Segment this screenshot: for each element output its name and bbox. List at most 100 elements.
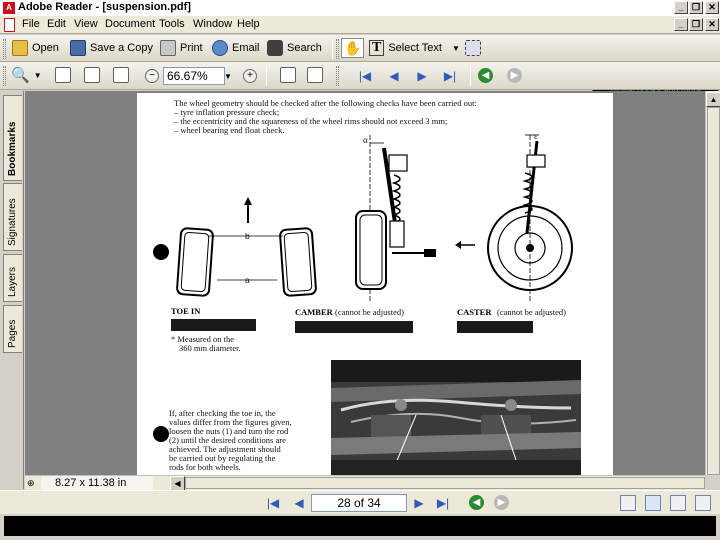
horizontal-scrollbar[interactable]: ⊕ 8.27 x 11.38 in ◀: [25, 475, 705, 491]
navigation-pane-tabs: Bookmarks Signatures Layers Pages: [0, 91, 24, 489]
camber-angle-label: α: [363, 135, 368, 145]
tab-bookmarks[interactable]: Bookmarks: [3, 95, 22, 181]
file-toolbar: Open Save a Copy Print Email Search ✋ T …: [0, 35, 720, 94]
close-button[interactable]: ✕: [705, 1, 719, 14]
rotate-clockwise-button[interactable]: [280, 65, 296, 85]
zoom-tool-button[interactable]: 🔍 ▼: [11, 65, 42, 85]
previous-page-button[interactable]: ◀: [292, 496, 306, 510]
menu-document[interactable]: Document: [105, 18, 155, 30]
redacted-value: [295, 321, 413, 333]
select-text-button[interactable]: T Select Text ▼: [369, 38, 460, 58]
doc-minimize-button[interactable]: _: [674, 18, 688, 31]
toolbar-grip[interactable]: [3, 39, 6, 59]
doc-close-button[interactable]: ✕: [705, 18, 719, 31]
last-page-button[interactable]: ▶|: [436, 496, 450, 510]
binoculars-icon: [267, 40, 283, 56]
page-size-icon: ⊕: [27, 478, 35, 488]
menu-tools[interactable]: Tools: [159, 18, 185, 30]
scroll-up-button[interactable]: ▲: [706, 92, 720, 107]
fit-page-button[interactable]: [84, 65, 100, 85]
print-button[interactable]: Print: [160, 38, 203, 58]
tab-signatures[interactable]: Signatures: [3, 183, 22, 251]
caster-diagram: [455, 134, 573, 301]
next-view-button[interactable]: ▶: [494, 495, 509, 510]
tab-layers[interactable]: Layers: [3, 254, 22, 302]
continuous-view-button[interactable]: [645, 495, 661, 511]
rotate-cw-icon: [280, 67, 296, 83]
previous-view-button[interactable]: ◀: [469, 495, 484, 510]
menu-file[interactable]: File: [22, 18, 40, 30]
caster-title: CASTER: [457, 307, 492, 317]
menu-help[interactable]: Help: [237, 18, 260, 30]
toe-in-diagram: [176, 197, 317, 297]
last-page-button[interactable]: ▶|: [443, 69, 457, 83]
actual-size-button[interactable]: [55, 65, 71, 85]
camera-icon: [465, 40, 481, 56]
toolbar-grip[interactable]: [336, 66, 339, 86]
annotation-marker[interactable]: [153, 244, 169, 260]
pdf-page: The wheel geometry should be checked aft…: [137, 93, 613, 475]
menu-edit[interactable]: Edit: [47, 18, 66, 30]
adobe-reader-icon: A: [3, 2, 15, 14]
text-cursor-icon: T: [369, 40, 385, 56]
next-view-button[interactable]: ▶: [507, 68, 522, 83]
zoom-in-button[interactable]: +: [243, 69, 257, 83]
tab-pages[interactable]: Pages: [3, 305, 22, 353]
toe-in-note: 360 mm diameter.: [179, 343, 241, 353]
menu-view[interactable]: View: [74, 18, 98, 30]
doc-restore-button[interactable]: ❐: [689, 18, 703, 31]
vertical-scrollbar[interactable]: ▲: [705, 91, 720, 475]
snapshot-tool-button[interactable]: [465, 38, 481, 58]
adjustment-text: rods for both wheels.: [169, 462, 241, 472]
next-page-button[interactable]: ▶: [415, 69, 429, 83]
camber-note: (cannot be adjusted): [335, 307, 404, 317]
chevron-down-icon[interactable]: ▼: [452, 44, 460, 53]
previous-view-button[interactable]: ◀: [478, 68, 493, 83]
view-toolbar: 🔍 ▼ − 66.67% ▼ + |◀ ◀ ▶ ▶| ◀ ▶: [0, 62, 720, 90]
save-copy-button[interactable]: Save a Copy: [70, 38, 153, 58]
taskbar-strip: [4, 516, 716, 536]
annotation-marker[interactable]: [153, 426, 169, 442]
rotate-ccw-icon: [307, 67, 323, 83]
scroll-thumb[interactable]: [185, 477, 705, 489]
zoom-input[interactable]: 66.67%: [163, 67, 225, 85]
scroll-left-button[interactable]: ◀: [170, 476, 185, 491]
zoom-dropdown-icon[interactable]: ▼: [224, 72, 232, 81]
status-bar: |◀ ◀ 28 of 34 ▶ ▶| ◀ ▶: [0, 490, 720, 514]
menu-window[interactable]: Window: [193, 18, 232, 30]
toolbar-grip[interactable]: [336, 39, 339, 59]
camber-diagram: [355, 135, 436, 301]
zoom-out-button[interactable]: −: [145, 69, 159, 83]
folder-icon: [12, 40, 28, 56]
facing-view-button[interactable]: [670, 495, 686, 511]
single-page-view-button[interactable]: [620, 495, 636, 511]
dimension-b-label: b: [245, 231, 250, 241]
first-page-button[interactable]: |◀: [266, 496, 280, 510]
check-item: – wheel bearing end float check.: [174, 125, 285, 135]
restore-button[interactable]: ❐: [689, 1, 703, 14]
open-button[interactable]: Open: [12, 38, 59, 58]
toolbar-grip[interactable]: [3, 66, 6, 86]
first-page-button[interactable]: |◀: [358, 69, 372, 83]
page-number-input[interactable]: 28 of 34: [311, 494, 407, 512]
continuous-facing-view-button[interactable]: [695, 495, 711, 511]
next-page-button[interactable]: ▶: [412, 496, 426, 510]
chevron-down-icon[interactable]: ▼: [34, 71, 42, 80]
fit-width-button[interactable]: [113, 65, 129, 85]
window-title: Adobe Reader - [suspension.pdf]: [18, 1, 191, 13]
suspension-photo-image: [331, 360, 581, 475]
scroll-thumb[interactable]: [707, 107, 720, 475]
printer-icon: [160, 40, 176, 56]
search-button[interactable]: Search: [267, 38, 322, 58]
document-viewport[interactable]: The wheel geometry should be checked aft…: [25, 91, 705, 475]
toolbar-separator: [470, 66, 471, 86]
suspension-photo: [331, 360, 581, 475]
rotate-counterclockwise-button[interactable]: [307, 65, 323, 85]
hand-tool-button[interactable]: ✋: [341, 38, 365, 58]
email-button[interactable]: Email: [212, 38, 260, 58]
previous-page-button[interactable]: ◀: [387, 69, 401, 83]
menu-bar: File Edit View Document Tools Window Hel…: [0, 16, 720, 34]
document-icon[interactable]: [4, 18, 15, 32]
adobe-reader-window: A Adobe Reader - [suspension.pdf] _ ❐ ✕ …: [0, 0, 720, 540]
minimize-button[interactable]: _: [674, 1, 688, 14]
